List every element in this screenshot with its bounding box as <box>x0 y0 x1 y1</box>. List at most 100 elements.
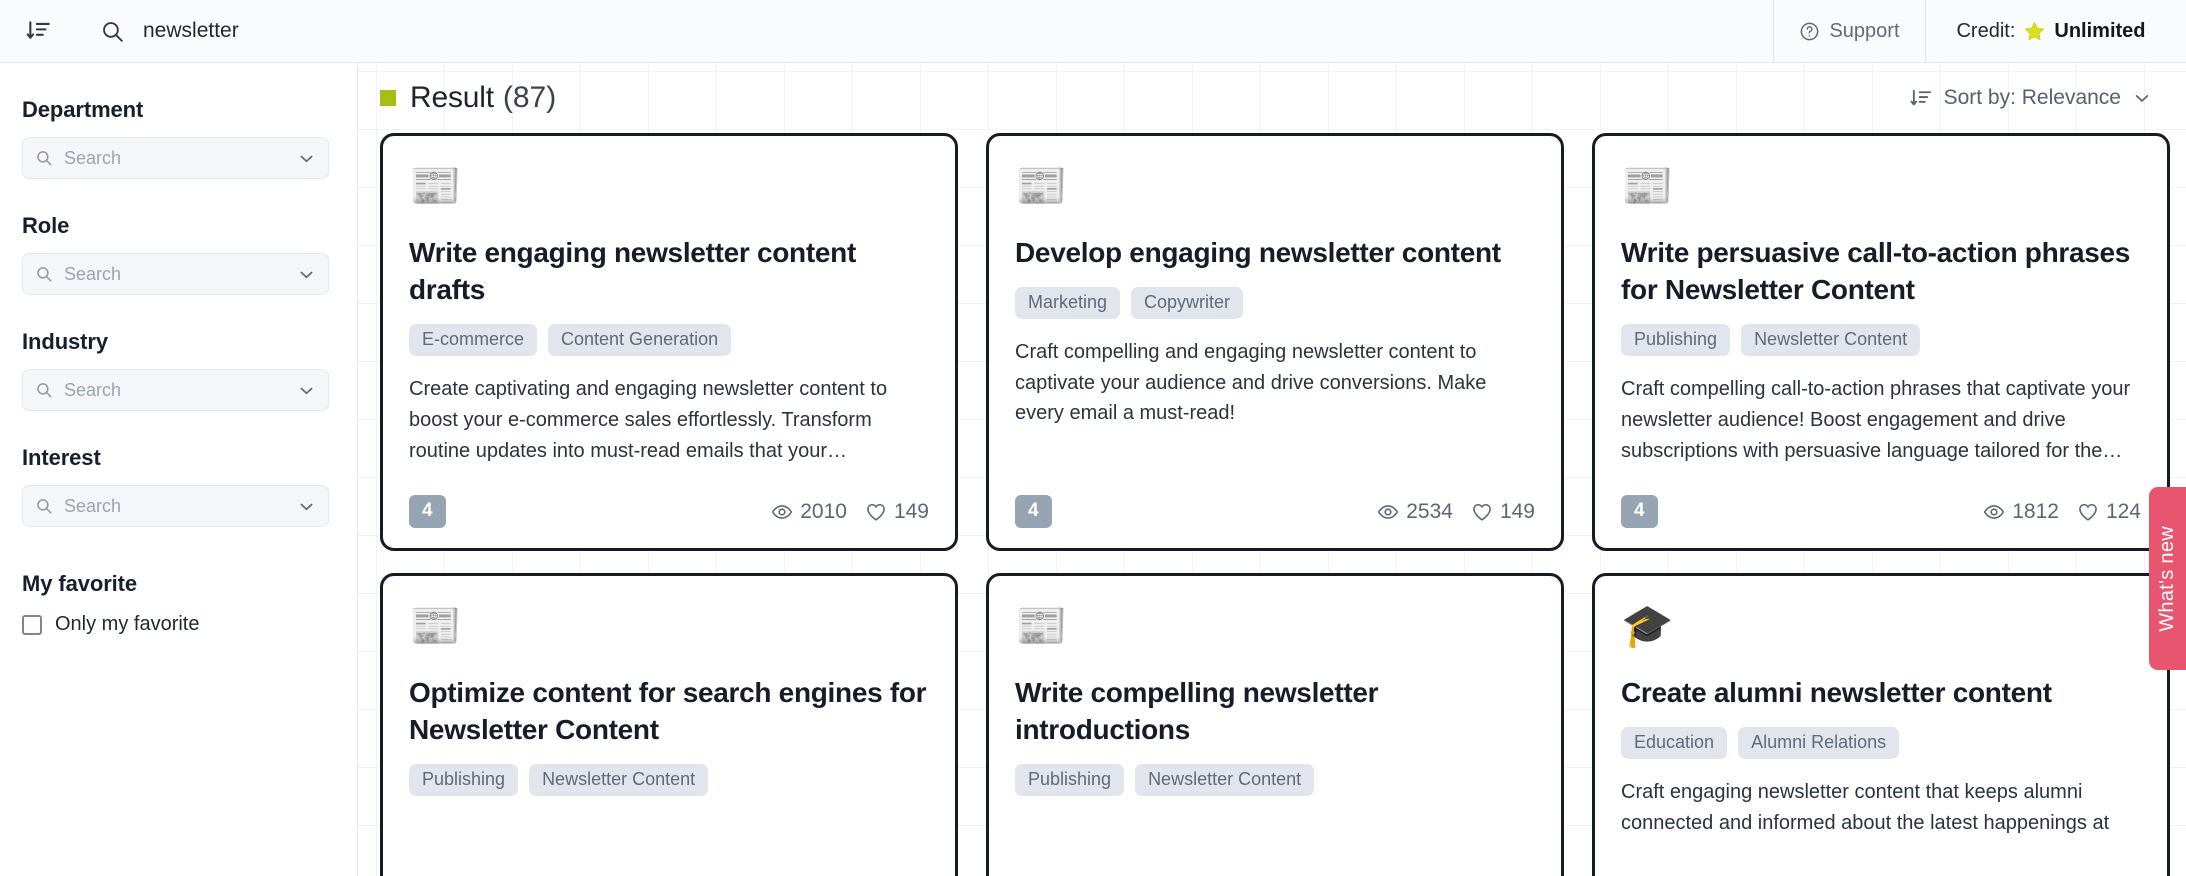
result-card[interactable]: 🎓 Create alumni newsletter content Educa… <box>1592 573 2170 876</box>
search-input[interactable] <box>143 19 1773 43</box>
card-likes: 124 <box>2077 500 2141 524</box>
credit-value: Unlimited <box>2054 19 2146 42</box>
filter-select-industry[interactable]: Search <box>22 369 329 411</box>
filter-title-favorite: My favorite <box>22 571 138 596</box>
filter-select-department[interactable]: Search <box>22 137 329 179</box>
card-views: 2534 <box>1377 500 1453 524</box>
top-bar: Support Credit: Unlimited <box>0 0 2186 63</box>
card-tag[interactable]: Publishing <box>1621 324 1731 357</box>
result-card[interactable]: 📰 Write engaging newsletter content draf… <box>380 133 958 551</box>
search-icon <box>100 19 125 44</box>
support-button[interactable]: Support <box>1774 0 1926 62</box>
card-description: Craft compelling call-to-action phrases … <box>1621 378 2131 462</box>
card-title: Develop engaging newsletter content <box>1015 237 1501 268</box>
result-card[interactable]: 📰 Optimize content for search engines fo… <box>380 573 958 876</box>
card-description: Create captivating and engaging newslett… <box>409 378 888 462</box>
newspaper-icon: 📰 <box>1015 602 1068 649</box>
chevron-down-icon[interactable] <box>297 149 316 168</box>
whats-new-tab[interactable]: What's new <box>2149 487 2186 670</box>
card-tag[interactable]: Content Generation <box>548 324 732 357</box>
card-description: Craft engaging newsletter content that k… <box>1621 781 2110 834</box>
result-card[interactable]: 📰 Write persuasive call-to-action phrase… <box>1592 133 2170 551</box>
filter-sidebar: Department Search Role Search Industry S… <box>0 63 358 876</box>
card-title: Create alumni newsletter content <box>1621 677 2052 708</box>
card-tag[interactable]: Copywriter <box>1131 287 1244 320</box>
filter-title-interest: Interest <box>22 445 101 470</box>
result-bullet-icon <box>380 90 396 106</box>
card-badge: 4 <box>1015 495 1052 528</box>
card-tags: Marketing Copywriter <box>1015 287 1535 320</box>
card-likes: 149 <box>865 500 929 524</box>
card-views-count: 2534 <box>1406 499 1453 523</box>
card-tag[interactable]: Alumni Relations <box>1738 727 1900 760</box>
card-likes-count: 149 <box>1499 499 1535 523</box>
chevron-down-icon[interactable] <box>297 381 316 400</box>
sort-toggle-button[interactable] <box>0 0 78 62</box>
heart-icon[interactable] <box>2077 501 2099 523</box>
whats-new-label: What's new <box>2156 525 2178 632</box>
card-badge: 4 <box>409 495 446 528</box>
filter-placeholder-department: Search <box>64 147 122 168</box>
card-title: Write persuasive call-to-action phrases … <box>1621 237 2131 306</box>
card-tag[interactable]: Newsletter Content <box>529 764 709 797</box>
heart-icon[interactable] <box>1471 501 1493 523</box>
card-likes-count: 124 <box>2105 499 2141 523</box>
help-circle-icon <box>1799 21 1820 42</box>
card-tag[interactable]: Newsletter Content <box>1135 764 1315 797</box>
filter-select-role[interactable]: Search <box>22 253 329 295</box>
filter-placeholder-role: Search <box>64 263 122 284</box>
card-tag[interactable]: Education <box>1621 727 1728 760</box>
card-tag[interactable]: Publishing <box>409 764 519 797</box>
only-my-favorite-row[interactable]: Only my favorite <box>22 613 329 636</box>
card-tags: Publishing Newsletter Content <box>409 764 929 797</box>
chevron-down-icon[interactable] <box>297 497 316 516</box>
card-stats: 1812 124 <box>1983 500 2141 524</box>
graduation-cap-icon: 🎓 <box>1621 602 1674 649</box>
filter-title-role: Role <box>22 213 70 238</box>
heart-icon[interactable] <box>865 501 887 523</box>
card-views: 1812 <box>1983 500 2059 524</box>
card-tags: Publishing Newsletter Content <box>1621 324 2141 357</box>
card-likes-count: 149 <box>893 499 929 523</box>
search-bar[interactable] <box>78 0 1774 62</box>
search-icon <box>35 265 53 283</box>
card-stats: 2534 149 <box>1377 500 1535 524</box>
filter-placeholder-interest: Search <box>64 495 122 516</box>
filter-placeholder-industry: Search <box>64 379 122 400</box>
results-header: Result (87) Sort by: Relevance <box>358 63 2186 133</box>
card-badge: 4 <box>1621 495 1658 528</box>
result-card[interactable]: 📰 Write compelling newsletter introducti… <box>986 573 1564 876</box>
search-icon <box>35 149 53 167</box>
card-tag[interactable]: Publishing <box>1015 764 1125 797</box>
card-views-count: 1812 <box>2012 499 2059 523</box>
star-icon <box>2023 20 2046 43</box>
support-label: Support <box>1829 19 1900 42</box>
chevron-down-icon[interactable] <box>2132 88 2152 108</box>
filter-group-favorite: My favorite Only my favorite <box>22 571 329 636</box>
card-likes: 149 <box>1471 500 1535 524</box>
credit-label: Credit: <box>1956 19 2016 42</box>
sort-descending-icon <box>26 18 52 44</box>
card-views: 2010 <box>771 500 847 524</box>
sort-by-dropdown[interactable]: Sort by: Relevance <box>1910 86 2152 110</box>
results-area: Result (87) Sort by: Relevance 📰 Write e… <box>358 63 2186 876</box>
card-tag[interactable]: E-commerce <box>409 324 538 357</box>
chevron-down-icon[interactable] <box>297 265 316 284</box>
card-footer: 4 2010 149 <box>409 483 929 528</box>
result-card-grid: 📰 Write engaging newsletter content draf… <box>358 133 2186 876</box>
eye-icon <box>1983 501 2005 523</box>
newspaper-icon: 📰 <box>409 162 462 209</box>
filter-title-department: Department <box>22 97 144 122</box>
eye-icon <box>1377 501 1399 523</box>
card-title: Write compelling newsletter introduction… <box>1015 677 1379 746</box>
only-my-favorite-checkbox[interactable] <box>22 614 42 635</box>
card-stats: 2010 149 <box>771 500 929 524</box>
search-input-wrapper <box>143 19 1773 43</box>
card-tag[interactable]: Marketing <box>1015 287 1121 320</box>
result-card[interactable]: 📰 Develop engaging newsletter content Ma… <box>986 133 1564 551</box>
card-tag[interactable]: Newsletter Content <box>1741 324 1921 357</box>
card-views-count: 2010 <box>800 499 847 523</box>
filter-select-interest[interactable]: Search <box>22 485 329 527</box>
sort-descending-icon <box>1910 87 1933 110</box>
sort-by-label: Sort by: Relevance <box>1943 86 2121 109</box>
